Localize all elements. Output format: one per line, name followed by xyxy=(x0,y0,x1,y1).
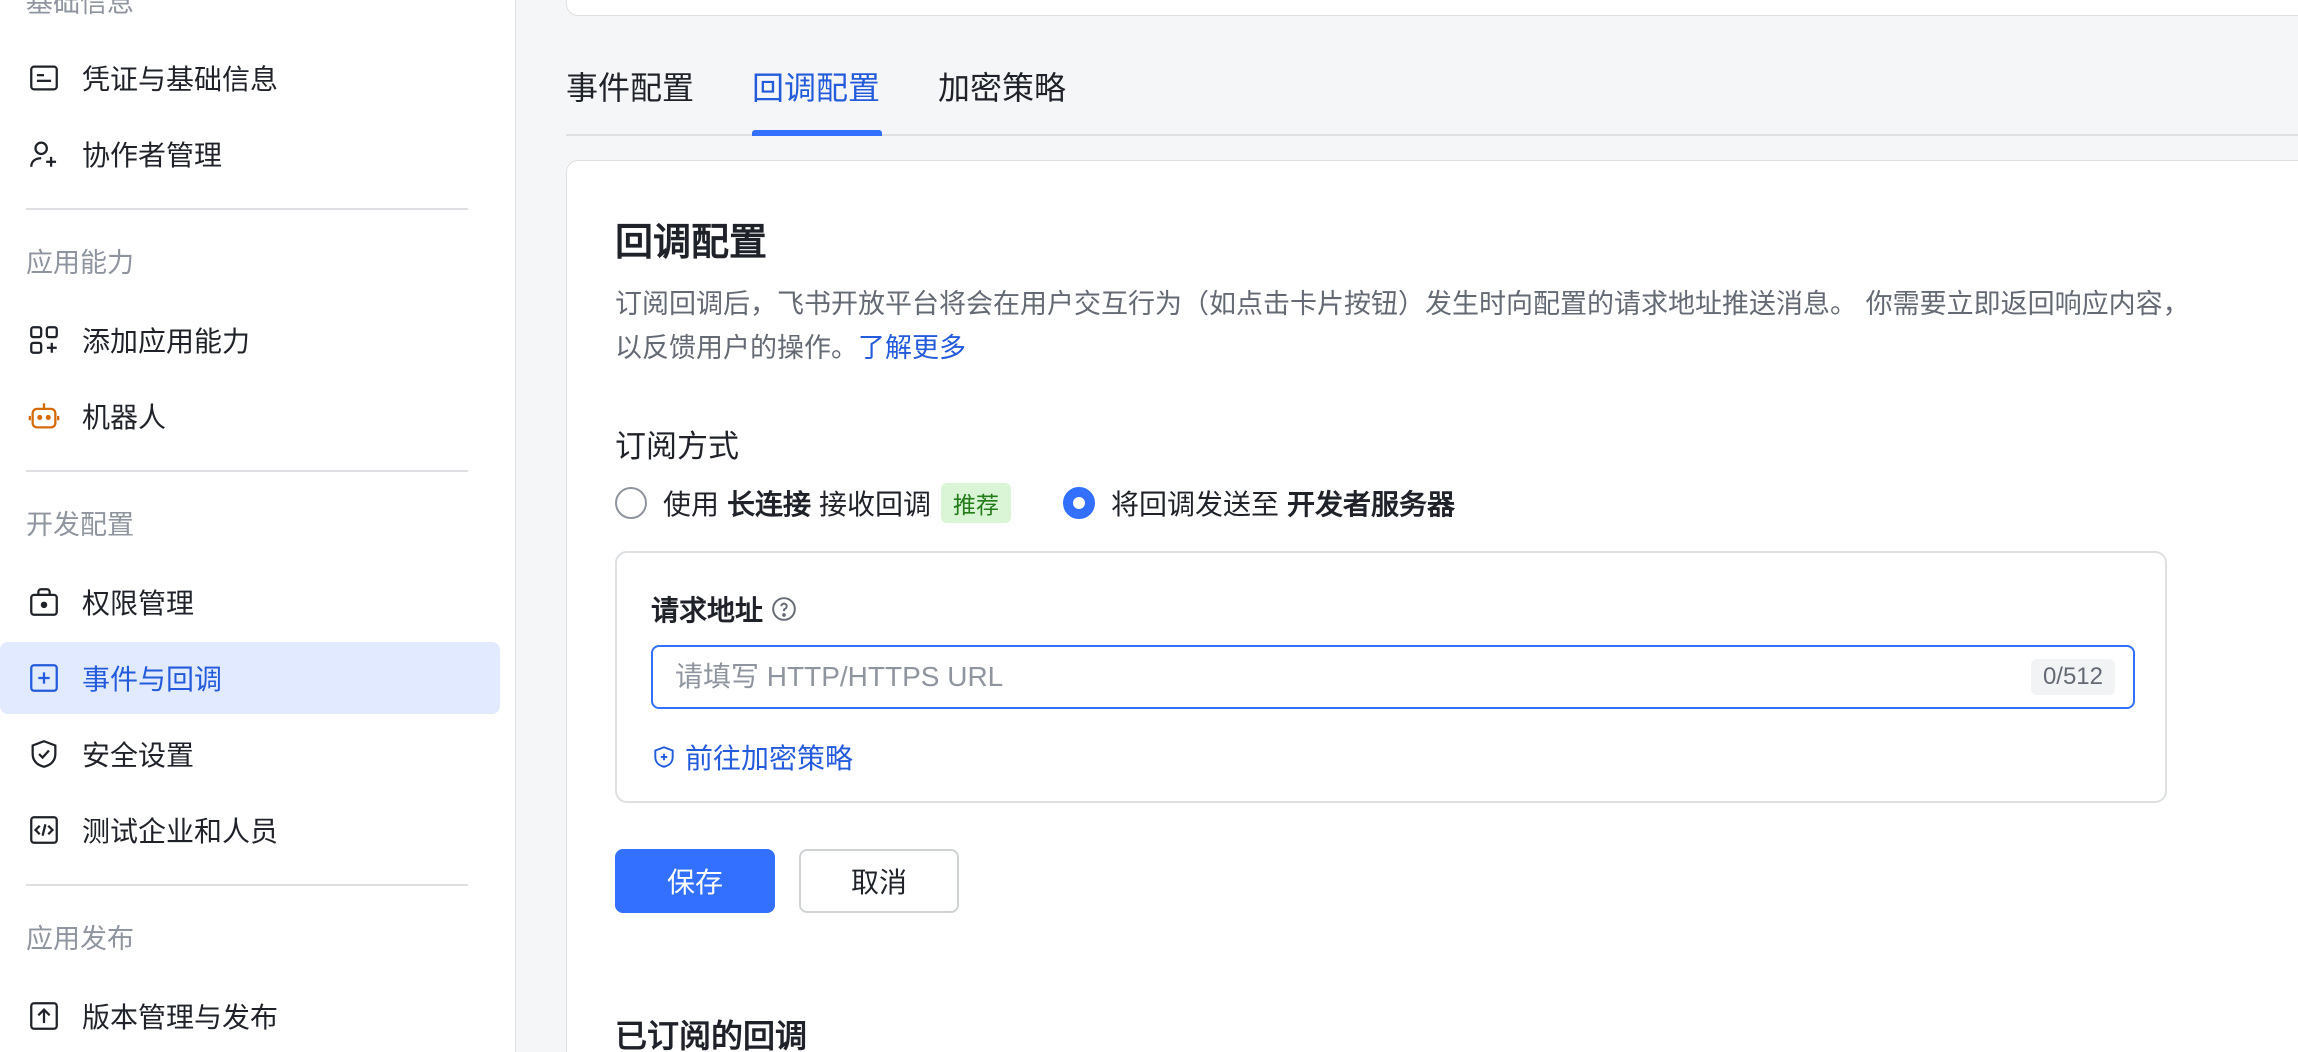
sidebar-item-label: 权限管理 xyxy=(82,587,195,620)
sidebar-item-label: 机器人 xyxy=(82,401,167,434)
apps-add-icon xyxy=(26,322,62,358)
goto-encryption-label: 前往加密策略 xyxy=(685,742,854,775)
section-title-publish: 应用发布 xyxy=(26,924,134,955)
robot-icon xyxy=(26,398,62,434)
section-title-ability: 应用能力 xyxy=(26,248,134,279)
request-url-input[interactable] xyxy=(653,647,2031,707)
cancel-button[interactable]: 取消 xyxy=(799,849,959,913)
shield-check-icon xyxy=(26,736,62,772)
sidebar-item-security[interactable]: 安全设置 xyxy=(0,718,500,790)
section-title-dev: 开发配置 xyxy=(26,510,134,541)
radio-label-bold: 开发者服务器 xyxy=(1287,488,1456,521)
request-url-label: 请求地址 xyxy=(651,589,797,629)
sidebar-item-label: 凭证与基础信息 xyxy=(82,63,279,96)
radio-label-suffix: 接收回调 xyxy=(819,488,932,521)
tab-bar: 事件配置 回调配置 加密策略 xyxy=(566,60,2298,136)
sidebar-item-label: 添加应用能力 xyxy=(82,325,251,358)
sidebar-item-label: 事件与回调 xyxy=(82,663,223,696)
request-url-label-text: 请求地址 xyxy=(651,594,764,627)
sidebar-item-add-ability[interactable]: 添加应用能力 xyxy=(0,304,500,376)
sidebar-item-label: 测试企业和人员 xyxy=(82,815,279,848)
panel-title: 回调配置 xyxy=(615,220,768,264)
shield-plus-icon xyxy=(654,746,674,768)
recommended-badge: 推荐 xyxy=(941,483,1012,523)
request-url-box: 请求地址 0/512 前往加密策略 xyxy=(615,551,2167,803)
sidebar-divider xyxy=(26,208,468,210)
goto-encryption-link[interactable]: 前往加密策略 xyxy=(651,737,853,777)
radio-label-prefix: 使用 xyxy=(663,488,720,521)
sidebar-divider xyxy=(26,884,468,886)
sidebar: 基础信息 凭证与基础信息 协作者管理 应用能力 添加应用能力 机器人 开发配置 … xyxy=(0,0,516,1052)
permission-briefcase-icon xyxy=(26,584,62,620)
radio-long-connection[interactable]: 使用 长连接 接收回调 推荐 xyxy=(615,481,1012,525)
save-button[interactable]: 保存 xyxy=(615,849,775,913)
sidebar-item-robot[interactable]: 机器人 xyxy=(0,380,500,452)
char-counter: 0/512 xyxy=(2030,659,2115,695)
description-text: 订阅回调后，飞书开放平台将会在用户交互行为（如点击卡片按钮）发生时向配置的请求地… xyxy=(615,289,2190,364)
sidebar-item-events-callbacks[interactable]: 事件与回调 xyxy=(0,642,500,714)
sidebar-item-permissions[interactable]: 权限管理 xyxy=(0,566,500,638)
question-help-icon[interactable] xyxy=(771,596,797,622)
sidebar-item-label: 安全设置 xyxy=(82,739,195,772)
sidebar-item-version-publish[interactable]: 版本管理与发布 xyxy=(0,980,500,1052)
sidebar-item-label: 协作者管理 xyxy=(82,139,223,172)
sidebar-item-credentials[interactable]: 凭证与基础信息 xyxy=(0,42,500,114)
sidebar-item-test-enterprise[interactable]: 测试企业和人员 xyxy=(0,794,500,866)
subscribed-callbacks-title: 已订阅的回调 xyxy=(615,1017,808,1052)
code-test-icon xyxy=(26,812,62,848)
callback-config-panel: 回调配置 订阅回调后，飞书开放平台将会在用户交互行为（如点击卡片按钮）发生时向配… xyxy=(566,160,2298,1052)
tab-callback-config[interactable]: 回调配置 xyxy=(752,60,880,116)
active-tab-indicator xyxy=(752,130,882,136)
tab-encryption-policy[interactable]: 加密策略 xyxy=(938,60,1066,116)
radio-label-bold: 长连接 xyxy=(727,488,812,521)
subscription-mode-title: 订阅方式 xyxy=(615,429,739,465)
sidebar-item-label: 版本管理与发布 xyxy=(82,1001,279,1034)
radio-button[interactable] xyxy=(615,487,647,519)
upload-icon xyxy=(26,998,62,1034)
learn-more-link[interactable]: 了解更多 xyxy=(858,333,966,364)
sidebar-divider xyxy=(26,470,468,472)
request-url-field: 0/512 xyxy=(651,645,2135,709)
tab-event-config[interactable]: 事件配置 xyxy=(566,60,694,116)
credential-card-icon xyxy=(26,60,62,96)
panel-description: 订阅回调后，飞书开放平台将会在用户交互行为（如点击卡片按钮）发生时向配置的请求地… xyxy=(615,283,2205,371)
top-card xyxy=(566,0,2298,16)
sidebar-item-collaborators[interactable]: 协作者管理 xyxy=(0,118,500,190)
radio-button[interactable] xyxy=(1063,487,1095,519)
event-callback-icon xyxy=(26,660,62,696)
user-add-icon xyxy=(26,136,62,172)
radio-label-prefix: 将回调发送至 xyxy=(1111,488,1280,521)
radio-developer-server[interactable]: 将回调发送至 开发者服务器 xyxy=(1063,481,1463,525)
section-title-basic: 基础信息 xyxy=(26,0,134,19)
